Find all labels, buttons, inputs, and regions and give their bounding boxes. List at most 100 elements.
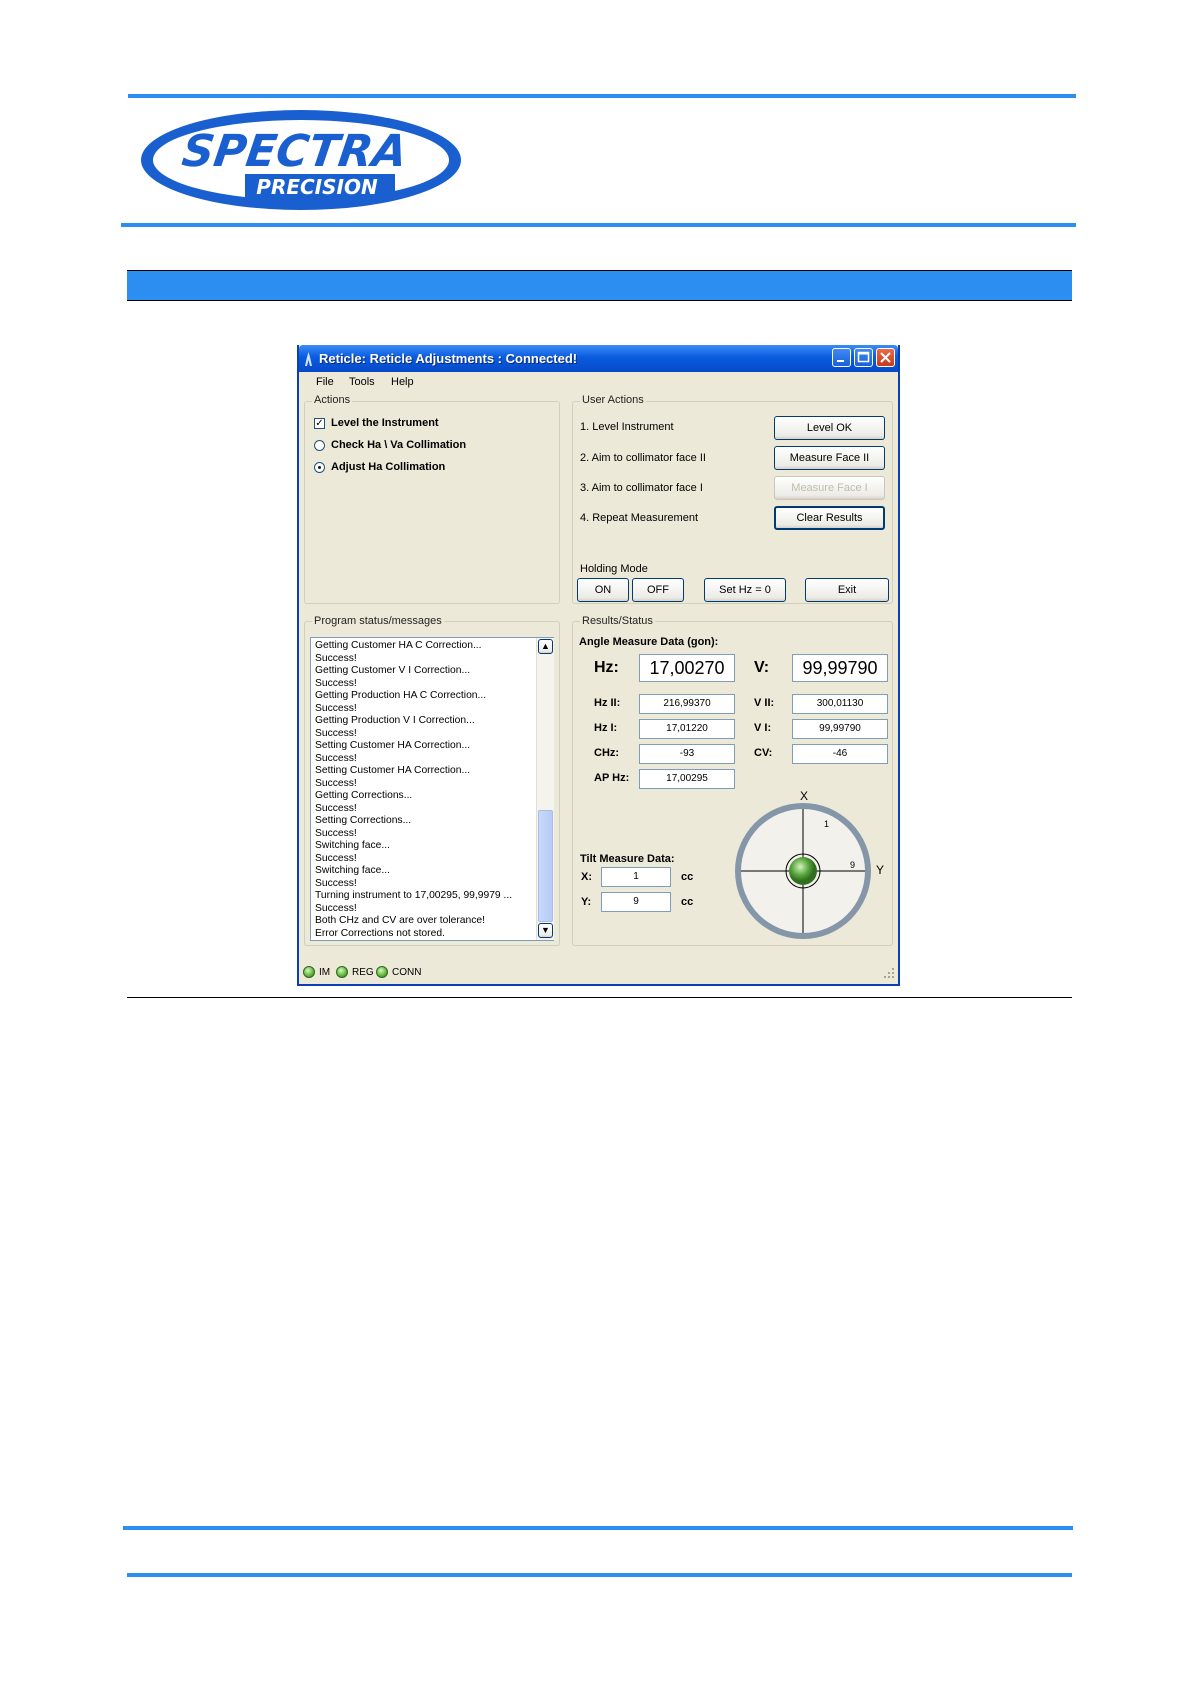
status-message-line: Success! — [315, 752, 357, 764]
tilt-y-label: Y: — [581, 896, 592, 908]
status-messages-list[interactable]: Getting Customer HA C Correction... Succe… — [310, 637, 554, 941]
check-collimation-radio[interactable] — [314, 440, 325, 451]
bubble-val-x: 1 — [824, 819, 829, 829]
cv-value-field: -46 — [792, 744, 888, 764]
status-message-line: Turning instrument to 17,00295, 99,9979 … — [315, 890, 513, 901]
tilt-x-unit: cc — [681, 871, 694, 883]
tilt-y-field: 9 — [601, 892, 671, 912]
tilt-x-label: X: — [581, 871, 592, 883]
v1-value-field: 99,99790 — [792, 719, 888, 739]
holding-off-button[interactable]: OFF — [632, 578, 684, 602]
adjust-collimation-radio[interactable] — [314, 462, 325, 473]
window-title: Reticle: Reticle Adjustments : Connected… — [319, 351, 578, 366]
menu-tools[interactable]: Tools — [349, 376, 375, 388]
hz-value-field: 17,00270 — [639, 654, 735, 682]
bubble-val-y: 9 — [850, 860, 855, 870]
menu-help[interactable]: Help — [391, 376, 414, 388]
instrument-icon — [305, 352, 312, 366]
bubble-axis-y: Y — [876, 863, 884, 877]
minimize-button[interactable] — [832, 348, 851, 367]
menu-bar: File Tools Help — [299, 372, 898, 392]
status-message-line: Getting Customer V I Correction... — [315, 665, 471, 676]
clear-results-button[interactable]: Clear Results — [774, 506, 885, 530]
level-ok-button[interactable]: Level OK — [774, 416, 885, 440]
status-message-line: Success! — [315, 777, 357, 789]
status-conn: CONN — [392, 967, 422, 978]
status-messages-content: Getting Customer HA C Correction... Succe… — [315, 640, 512, 940]
v-value-field: 99,99790 — [792, 654, 888, 682]
footer-top-rule — [123, 1526, 1073, 1530]
angle-measure-label: Angle Measure Data (gon): — [579, 636, 719, 648]
footer-bottom-rule — [127, 1573, 1072, 1577]
minimize-icon — [837, 360, 844, 362]
logo-line2: PRECISION — [256, 175, 378, 199]
measure-face-i-button[interactable]: Measure Face I — [774, 476, 885, 500]
reticle-dialog: Reticle: Reticle Adjustments : Connected… — [297, 345, 900, 986]
bubble-dot — [789, 857, 817, 885]
tilt-x-field: 1 — [601, 867, 671, 887]
chz-value-field: -93 — [639, 744, 735, 764]
logo-line1: SPECTRA — [179, 126, 410, 177]
check-collimation-label: Check Ha \ Va Collimation — [331, 439, 467, 451]
scroll-up-button[interactable]: ▲ — [538, 639, 553, 654]
status-message-line: Getting Customer HA C Correction... — [315, 640, 482, 651]
cv-label: CV: — [754, 747, 773, 759]
status-im: IM — [319, 967, 331, 978]
tilt-measure-label: Tilt Measure Data: — [580, 853, 675, 865]
bubble-axis-x: X — [800, 789, 808, 803]
reg-led-icon — [336, 966, 348, 978]
step-1-text: 1. Level Instrument — [580, 421, 674, 433]
status-message-line: Success! — [315, 727, 357, 739]
status-message-line: Success! — [315, 852, 357, 864]
tilt-y-unit: cc — [681, 896, 694, 908]
status-message-line: Success! — [315, 877, 357, 889]
status-message-line: Success! — [315, 802, 357, 814]
conn-led-icon — [376, 966, 388, 978]
title-bar: Reticle: Reticle Adjustments : Connected… — [299, 345, 898, 372]
scroll-thumb[interactable] — [538, 810, 553, 922]
hz1-value-field: 17,01220 — [639, 719, 735, 739]
hz2-label: Hz II: — [594, 697, 621, 709]
maximize-icon — [857, 351, 870, 363]
level-instrument-label: Level the Instrument — [331, 417, 439, 429]
section-band — [127, 270, 1072, 301]
v2-value-field: 300,01130 — [792, 694, 888, 714]
step-2-text: 2. Aim to collimator face II — [580, 452, 706, 464]
status-message-line: Success! — [315, 702, 357, 714]
messages-scrollbar[interactable]: ▲ ▼ — [536, 638, 554, 940]
aphz-value-field: 17,00295 — [639, 769, 735, 789]
status-message-line: Switching face... — [315, 865, 390, 876]
measure-face-ii-button[interactable]: Measure Face II — [774, 446, 885, 470]
user-actions-label: User Actions — [580, 394, 646, 406]
set-hz-zero-button[interactable]: Set Hz = 0 — [704, 578, 786, 602]
status-message-line: Success! — [315, 677, 357, 689]
holding-on-button[interactable]: ON — [577, 578, 629, 602]
figure-bottom-rule — [127, 997, 1072, 998]
status-message-line: Setting Customer HA Correction... — [315, 765, 471, 776]
scroll-down-button[interactable]: ▼ — [538, 923, 553, 938]
hz1-label: Hz I: — [594, 722, 618, 734]
status-message-line: Success! — [315, 902, 357, 914]
hz-label: Hz: — [594, 659, 619, 676]
status-message-line: Success! — [315, 827, 357, 839]
hz2-value-field: 216,99370 — [639, 694, 735, 714]
maximize-button[interactable] — [854, 348, 873, 367]
adjust-collimation-label: Adjust Ha Collimation — [331, 461, 446, 473]
v2-label: V II: — [754, 697, 775, 709]
status-message-line: Setting Corrections... — [315, 815, 412, 826]
resize-grip-icon[interactable] — [883, 967, 895, 979]
close-button[interactable] — [876, 348, 895, 367]
status-message-line: Getting Production HA C Correction... — [315, 690, 487, 701]
step-3-text: 3. Aim to collimator face I — [580, 482, 703, 494]
step-4-text: 4. Repeat Measurement — [580, 512, 699, 524]
results-group-label: Results/Status — [580, 615, 655, 627]
chz-label: CHz: — [594, 747, 620, 759]
aphz-label: AP Hz: — [594, 772, 630, 784]
status-group-label: Program status/messages — [312, 615, 444, 627]
status-bar: IM REG CONN — [299, 962, 898, 982]
exit-button[interactable]: Exit — [805, 578, 889, 602]
actions-group-label: Actions — [312, 394, 353, 406]
level-instrument-checkbox[interactable]: ✓ — [314, 418, 325, 429]
status-message-line: Success! — [315, 652, 357, 664]
menu-file[interactable]: File — [316, 376, 334, 388]
